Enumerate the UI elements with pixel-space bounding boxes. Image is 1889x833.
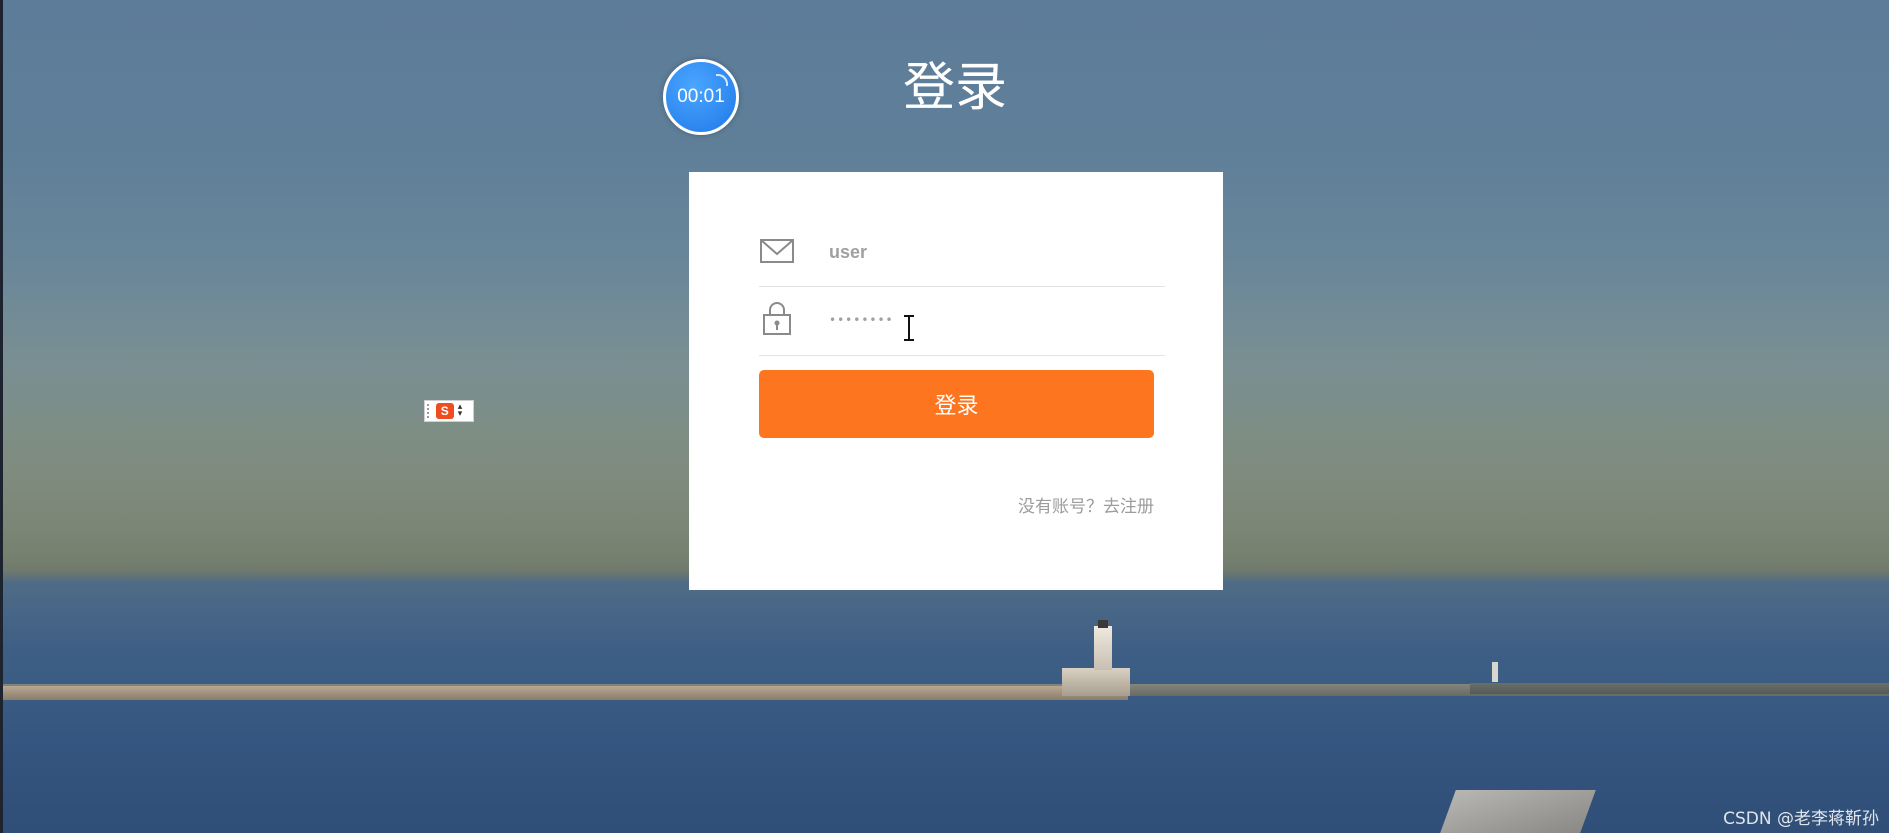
password-input[interactable]: •••••••• (829, 305, 894, 335)
watermark: CSDN @老李蒋靳孙 (1723, 809, 1879, 829)
background-rocks (1440, 790, 1596, 833)
countdown-timer: 00:01 (663, 59, 739, 135)
timer-arc-icon (716, 74, 728, 86)
timer-text: 00:01 (677, 86, 725, 107)
password-row: •••••••• (759, 287, 1165, 356)
window-edge (0, 0, 3, 833)
background-lighthouse (1094, 626, 1112, 670)
ime-menu-arrows-icon[interactable]: ▴ ▾ (458, 403, 463, 419)
background-lighthouse-base (1062, 668, 1130, 696)
background-lighthouse-lamp (1098, 620, 1108, 628)
login-page: 00:01 登录 S ▴▾ •••••••• 登录 没有账号？去注册 (0, 0, 1889, 833)
login-button[interactable]: 登录 (759, 370, 1154, 438)
register-link[interactable]: 没有账号？去注册 (1018, 492, 1154, 517)
username-row (759, 218, 1165, 287)
mail-icon (760, 239, 794, 263)
sogou-logo-icon[interactable]: S (435, 403, 454, 419)
page-title: 登录 (902, 58, 1007, 118)
login-card: •••••••• 登录 没有账号？去注册 (689, 172, 1223, 590)
text-cursor-icon (904, 315, 914, 341)
ime-toolbar[interactable]: S ▴ ▾ (424, 400, 474, 422)
background-beacon (1492, 662, 1498, 682)
username-input[interactable] (829, 234, 1149, 270)
drag-handle-icon[interactable] (427, 404, 431, 418)
lock-icon (763, 302, 791, 335)
background-pier-far (1470, 683, 1889, 694)
background-pier (3, 686, 1128, 700)
